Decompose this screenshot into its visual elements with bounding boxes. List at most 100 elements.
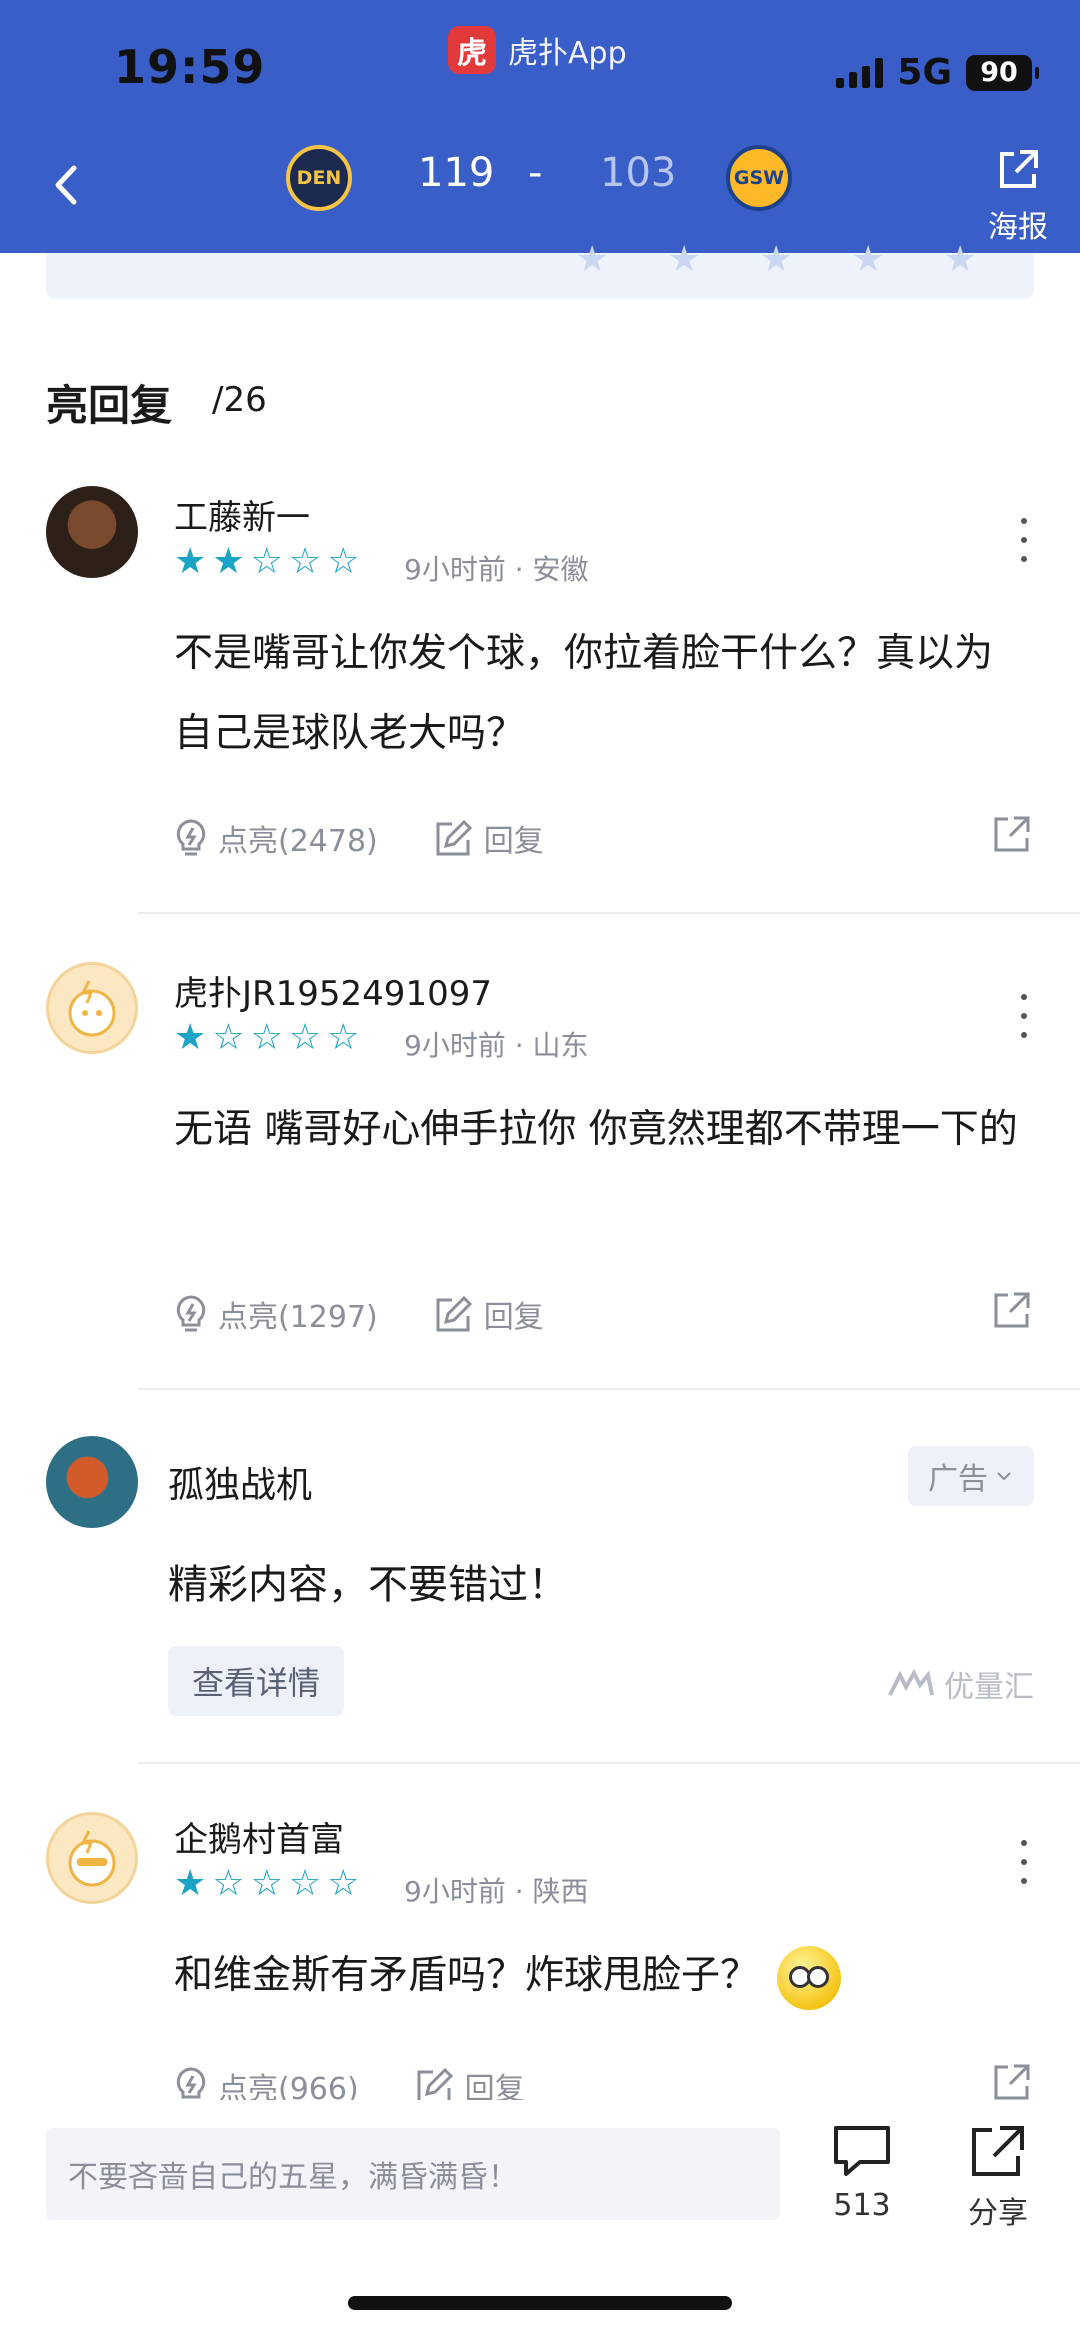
star-empty-icon: ☆ (212, 1017, 245, 1058)
reply-label: 回复 (483, 824, 544, 859)
app-logo-icon: 虎 (448, 26, 496, 74)
avatar[interactable] (46, 1812, 138, 1904)
ad-badge[interactable]: 广告 (908, 1446, 1034, 1506)
ad-source: 优量汇 (888, 1662, 1034, 1706)
light-button[interactable]: 点亮(1297) (174, 1292, 378, 1336)
more-dots-icon[interactable] (1012, 1840, 1036, 1884)
poster-label: 海报 (988, 210, 1048, 245)
share-button[interactable]: 分享 (958, 2122, 1038, 2232)
avatar[interactable] (46, 1436, 138, 1528)
star-filled-icon: ★ (174, 1017, 207, 1058)
star-empty-icon: ☆ (288, 541, 322, 582)
reply-button[interactable]: 回复 (434, 1292, 544, 1336)
lightbulb-icon (176, 819, 206, 856)
network-type: 5G (897, 52, 952, 93)
poster-button[interactable]: 海报 (982, 146, 1054, 246)
app-indicator[interactable]: 虎 虎扑App (448, 26, 627, 74)
section-count: /26 (212, 380, 267, 420)
app-name: 虎扑App (508, 36, 627, 71)
battery-icon: 90 (966, 54, 1039, 91)
star-empty-icon: ☆ (212, 1863, 245, 1904)
star-empty-icon: ☆ (327, 541, 360, 582)
rating-stars: ★ ☆ ☆ ☆ ☆ (174, 1020, 359, 1056)
home-team-logo[interactable]: DEN (286, 145, 352, 211)
share-icon (972, 2126, 1024, 2176)
divider (138, 1762, 1080, 1764)
back-chevron-icon[interactable] (46, 160, 86, 210)
more-dots-icon[interactable] (1012, 518, 1036, 562)
star-icon: ★ (852, 239, 885, 280)
edit-icon (436, 1295, 472, 1332)
home-score: 119 (418, 150, 495, 196)
star-empty-icon: ☆ (327, 1017, 360, 1058)
comment-meta: 9小时前 · 山东 (404, 1029, 589, 1062)
divider (138, 1388, 1080, 1390)
away-team-logo[interactable]: GSW (726, 145, 792, 211)
ad-source-label: 优量汇 (944, 1670, 1034, 1705)
comment-actions: 点亮(1297) 回复 (174, 1292, 600, 1336)
comment-meta: 9小时前 · 安徽 (404, 553, 589, 586)
comment-text: 无语 嘴哥好心伸手拉你 你竟然理都不带理一下的 (174, 1107, 1018, 1152)
rating-strip: ★ ★ ★ ★ ★ (46, 239, 1034, 299)
lightbulb-icon (176, 1295, 206, 1332)
comments-button[interactable]: 513 (822, 2122, 902, 2223)
signal-icon (836, 57, 884, 88)
ad-source-logo-icon (888, 1669, 934, 1696)
away-score: 103 (600, 150, 677, 196)
light-button[interactable]: 点亮(2478) (174, 816, 378, 860)
share-icon[interactable] (992, 814, 1032, 854)
comment-username[interactable]: 企鹅村首富 (174, 1812, 344, 1861)
comment-count: 513 (833, 2188, 891, 2223)
star-empty-icon: ☆ (250, 1017, 283, 1058)
rating-stars: ★ ★ ☆ ☆ ☆ (174, 544, 359, 580)
dizzy-face-emoji-icon (777, 1945, 842, 2010)
reply-button[interactable]: 回复 (434, 816, 544, 860)
share-icon[interactable] (992, 2062, 1032, 2102)
comment-meta: 9小时前 · 陕西 (404, 1875, 589, 1908)
ad-badge-label: 广告 (928, 1462, 988, 1497)
avatar[interactable] (46, 962, 138, 1054)
star-filled-icon: ★ (174, 541, 207, 582)
rating-stars: ★ ☆ ☆ ☆ ☆ (174, 1866, 359, 1902)
ad-text[interactable]: 精彩内容，不要错过！ (168, 1552, 568, 1610)
top-header: 19:59 虎 虎扑App 5G 90 DEN 119 - 103 GSW 海报 (0, 0, 1080, 253)
default-avatar-icon (68, 1830, 116, 1887)
star-empty-icon: ☆ (288, 1863, 322, 1904)
edit-icon (436, 819, 472, 856)
reply-label: 回复 (483, 1300, 544, 1335)
star-filled-icon: ★ (212, 541, 245, 582)
status-indicators: 5G 90 (836, 52, 1039, 93)
comment-body: 和维金斯有矛盾吗？炸球甩脸子？ (174, 1936, 1024, 2016)
star-filled-icon: ★ (174, 1863, 207, 1904)
star-empty-icon: ☆ (288, 1017, 322, 1058)
default-avatar-icon (68, 980, 116, 1037)
share-label: 分享 (968, 2196, 1028, 2231)
status-time: 19:59 (114, 40, 266, 94)
divider (138, 912, 1080, 914)
more-dots-icon[interactable] (1012, 994, 1036, 1038)
ad-name[interactable]: 孤独战机 (168, 1456, 312, 1508)
star-empty-icon: ☆ (250, 1863, 283, 1904)
share-icon[interactable] (992, 1290, 1032, 1330)
star-empty-icon: ☆ (327, 1863, 360, 1904)
star-icon: ★ (944, 239, 977, 280)
home-indicator[interactable] (348, 2296, 732, 2310)
section-title: 亮回复 (46, 381, 173, 430)
comment-text: 不是嘴哥让你发个球，你拉着脸干什么？真以为自己是球队老大吗？ (174, 631, 994, 756)
comment-username[interactable]: 工藤新一 (174, 490, 310, 539)
light-label: 点亮(2478) (218, 824, 378, 859)
chevron-down-icon (997, 1472, 1011, 1481)
share-icon (1000, 150, 1038, 188)
view-details-button[interactable]: 查看详情 (168, 1646, 344, 1716)
star-icon: ★ (668, 239, 701, 280)
comment-input[interactable]: 不要吝啬自己的五星，满昏满昏！ (46, 2128, 780, 2220)
score-separator: - (528, 150, 543, 196)
comment-username[interactable]: 虎扑JR1952491097 (174, 966, 492, 1015)
light-label: 点亮(1297) (218, 1300, 378, 1335)
star-empty-icon: ☆ (250, 541, 283, 582)
comment-text: 和维金斯有矛盾吗？炸球甩脸子？ (174, 1953, 760, 1998)
star-icon: ★ (576, 239, 609, 280)
chat-bubble-icon (834, 2126, 890, 2176)
comment-actions: 点亮(2478) 回复 (174, 816, 600, 860)
avatar[interactable] (46, 486, 138, 578)
